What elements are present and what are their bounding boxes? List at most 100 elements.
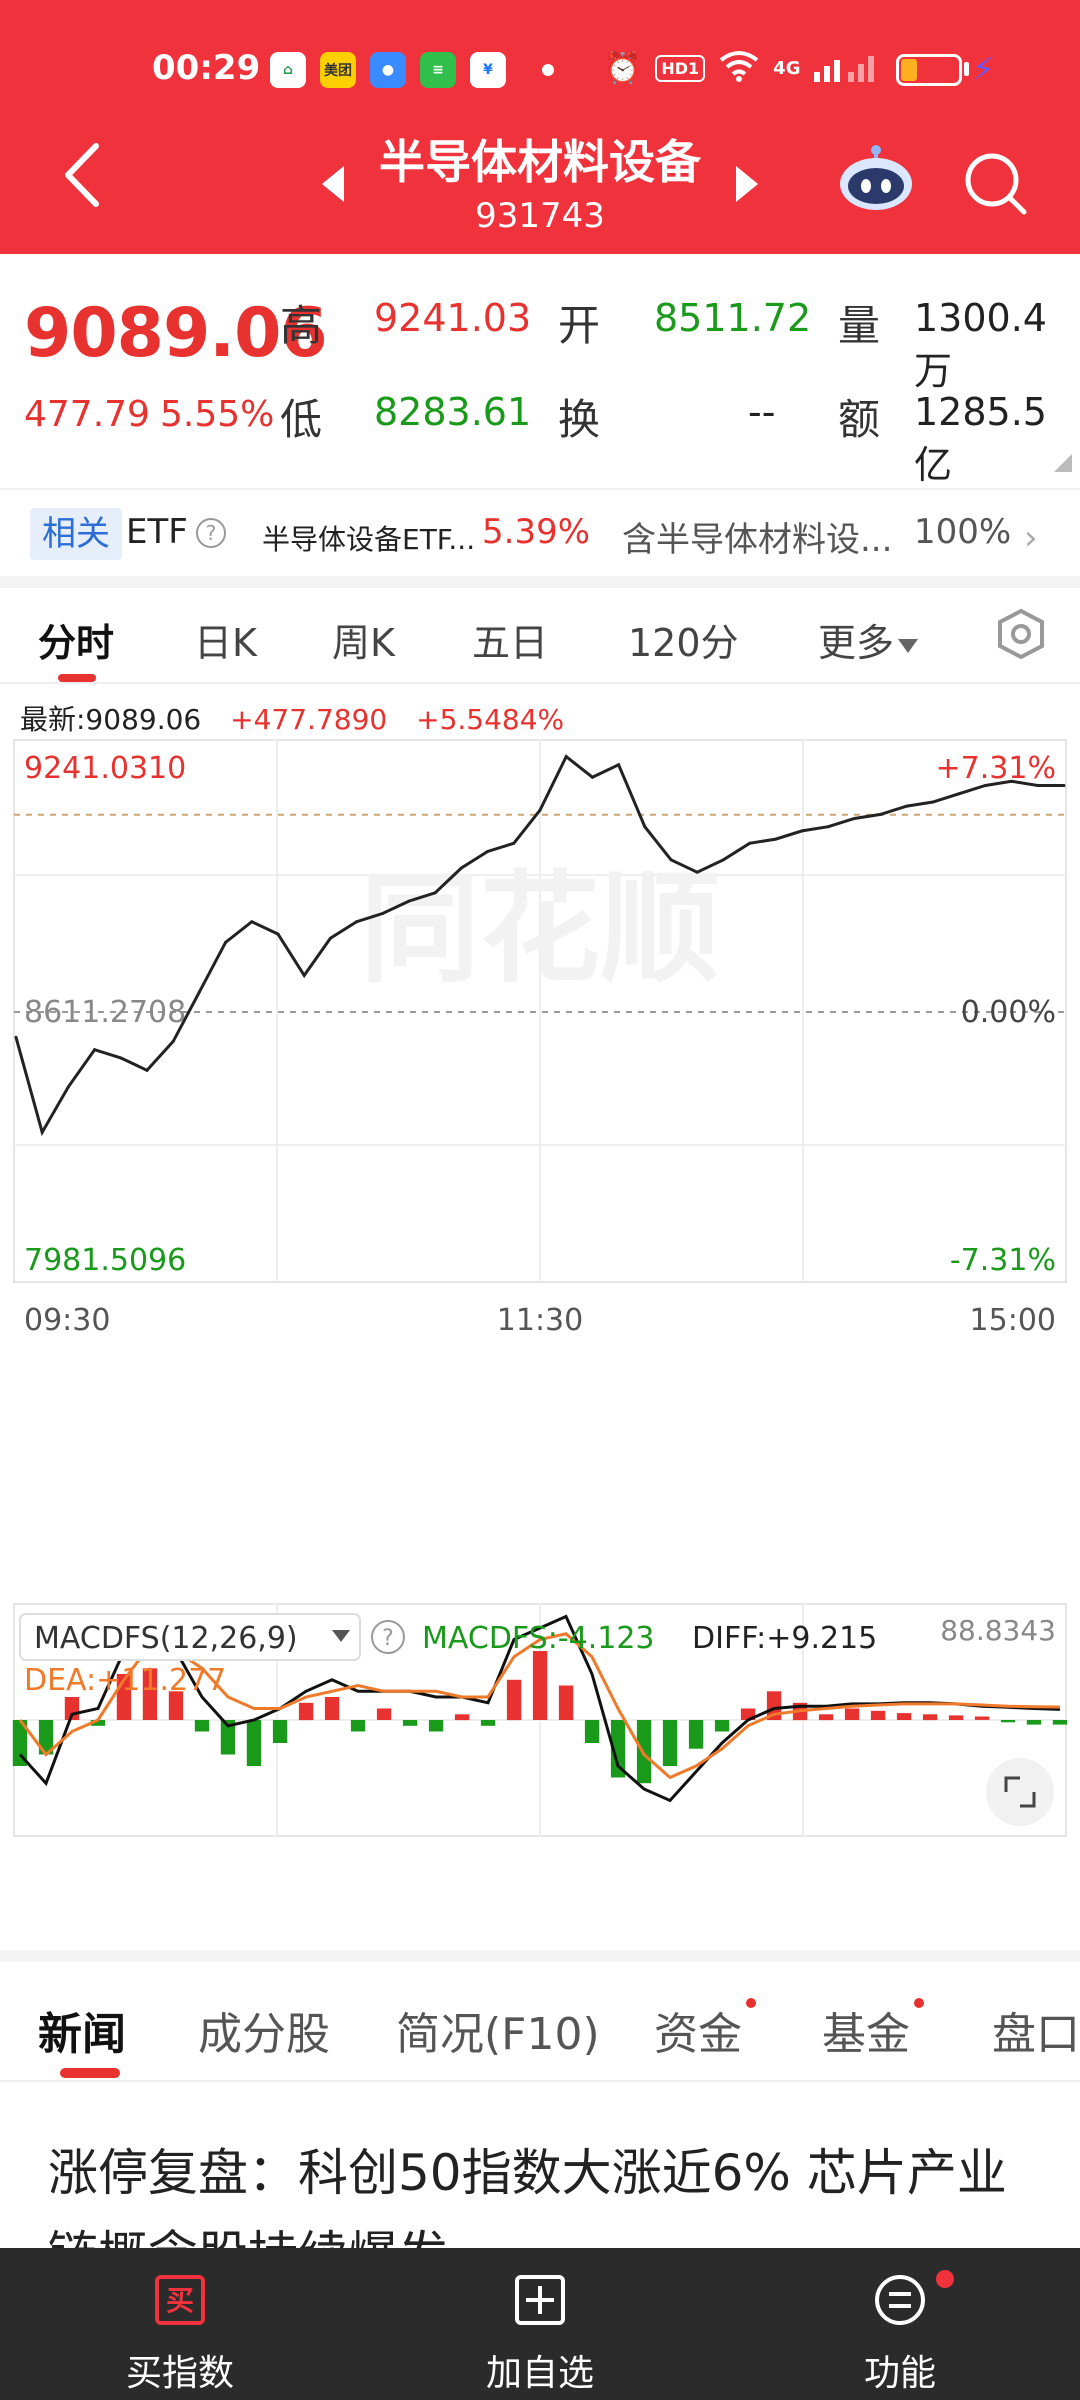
buy-index-label: 买指数 <box>125 2353 234 2394</box>
buy-index-button[interactable]: 买 买指数 <box>60 2248 300 2400</box>
signal-bars-icon <box>814 50 875 86</box>
price-change-pct: 5.55% <box>160 394 275 435</box>
macdfs-bar <box>844 1708 860 1720</box>
macdfs-bar <box>376 1708 392 1720</box>
price-point <box>617 763 621 767</box>
meituan-app-icon: 美团 <box>320 52 356 88</box>
back-button[interactable] <box>60 140 104 210</box>
amount-value: 1285.5亿 <box>914 390 1047 487</box>
price-point <box>564 755 568 759</box>
related-etf-bar[interactable]: 相关 ETF ? 半导体设备ETF... 5.39% 含半导体材料设... 10… <box>0 488 1080 576</box>
price-point <box>407 899 411 903</box>
buy-icon-glyph: 买 <box>166 2284 194 2317</box>
tab-constituents[interactable]: 成分股 <box>198 1998 330 2062</box>
bottom-action-bar: 买 买指数 加自选 功能 <box>0 2248 1080 2400</box>
index-name: 半导体材料设备 <box>379 135 701 189</box>
hd-badge: HD1 <box>655 54 706 82</box>
tab-news[interactable]: 新闻 <box>38 1998 126 2062</box>
status-time: 00:29 <box>152 48 261 88</box>
expand-corner-icon[interactable] <box>1054 454 1072 472</box>
macdfs-bar <box>532 1651 548 1720</box>
price-point <box>224 940 228 944</box>
price-point <box>800 829 804 833</box>
functions-button[interactable]: 功能 <box>780 2248 1020 2400</box>
buy-icon: 买 <box>154 2274 206 2326</box>
price-point <box>538 808 542 812</box>
price-point <box>197 990 201 994</box>
active-tab-indicator <box>58 674 96 682</box>
top-header: 00:29 ⌂ 美团 ● ≡ ¥ ⏰ HD1 4G ⚡ 半导体材料设备 9317… <box>0 0 1080 254</box>
macdfs-bar <box>974 1716 990 1720</box>
etf-name[interactable]: 半导体设备ETF... <box>262 518 475 558</box>
price-point <box>459 866 463 870</box>
price-point <box>695 870 699 874</box>
browser-app-icon: ● <box>370 52 406 88</box>
etf-weight: 100% <box>914 512 1012 552</box>
caret-down-icon <box>898 638 919 653</box>
low-label: 低 <box>280 395 323 444</box>
related-tag: 相关 <box>30 508 122 560</box>
etf-label: ETF <box>126 512 188 552</box>
search-icon[interactable] <box>962 150 1028 216</box>
next-index-arrow-icon[interactable] <box>736 166 758 202</box>
wifi-icon <box>719 50 759 86</box>
tab-five-day[interactable]: 五日 <box>472 612 548 667</box>
macdfs-bar <box>870 1710 886 1720</box>
macdfs-bar <box>480 1720 496 1726</box>
y-max-pct: +7.31% <box>936 751 1056 786</box>
signal-4g-icon: 4G <box>773 57 801 79</box>
tab-funds-flow[interactable]: 资金 <box>654 1998 742 2062</box>
badge-dot <box>936 2270 954 2288</box>
indicator-name[interactable]: MACDFS(12,26,9) <box>34 1621 298 1656</box>
price-point <box>879 812 883 816</box>
tab-intraday[interactable]: 分时 <box>38 612 114 667</box>
battery-icon <box>896 54 962 86</box>
home-app-icon: ⌂ <box>270 52 306 88</box>
high-label: 高 <box>280 301 323 350</box>
macdfs-bar <box>1000 1720 1016 1723</box>
fullscreen-button[interactable] <box>986 1758 1054 1826</box>
price-point <box>957 792 961 796</box>
macdfs-bar <box>948 1715 964 1720</box>
settings-hexagon-icon[interactable] <box>996 608 1046 660</box>
price-point <box>721 858 725 862</box>
volume-value: 1300.4万 <box>914 296 1047 393</box>
payment-app-icon: ¥ <box>470 52 506 88</box>
price-point <box>66 1085 70 1089</box>
indicator-help-glyph: ? <box>382 1626 394 1651</box>
tab-more[interactable]: 更多 <box>818 612 919 667</box>
price-point <box>433 891 437 895</box>
status-bar: 00:29 ⌂ 美团 ● ≡ ¥ ⏰ HD1 4G ⚡ <box>0 40 1080 100</box>
macdfs-bar <box>896 1713 912 1720</box>
open-label: 开 <box>558 301 601 350</box>
tab-order-book[interactable]: 盘口 <box>992 1998 1080 2062</box>
price-point <box>852 816 856 820</box>
price-point <box>93 1048 97 1052</box>
tab-120min[interactable]: 120分 <box>628 612 739 667</box>
status-app-icons: ⌂ 美团 ● ≡ ¥ <box>270 52 506 88</box>
macdfs-bar <box>688 1720 704 1749</box>
price-point <box>512 841 516 845</box>
active-tab-indicator <box>60 2068 120 2078</box>
ai-assistant-robot-icon[interactable] <box>838 142 914 212</box>
tab-daily-k[interactable]: 日K <box>194 612 257 667</box>
etf-pct: 5.39% <box>482 512 591 552</box>
add-watchlist-button[interactable]: 加自选 <box>420 2248 660 2400</box>
help-icon[interactable]: ? <box>196 518 226 548</box>
tab-weekly-k[interactable]: 周K <box>332 612 395 667</box>
macdfs-bar <box>1026 1720 1042 1725</box>
chevron-right-icon[interactable]: › <box>1024 518 1038 558</box>
tab-f10[interactable]: 简况(F10) <box>396 1998 600 2062</box>
tab-more-label: 更多 <box>818 621 895 665</box>
price-point <box>119 1056 123 1060</box>
turnover-label: 换 <box>558 395 601 444</box>
open-value: 8511.72 <box>654 296 812 340</box>
add-square-icon <box>514 2274 566 2326</box>
y-max-label: 9241.0310 <box>24 751 186 786</box>
macd-chart[interactable]: MACDFS(12,26,9) ? MACDFS:-4.123 DIFF:+9.… <box>0 1600 1080 1840</box>
diff-value: DIFF:+9.215 <box>692 1621 877 1656</box>
price-point <box>40 1130 44 1134</box>
tab-fund[interactable]: 基金 <box>822 1998 910 2062</box>
add-watchlist-label: 加自选 <box>485 2353 594 2394</box>
price-point <box>355 920 359 924</box>
